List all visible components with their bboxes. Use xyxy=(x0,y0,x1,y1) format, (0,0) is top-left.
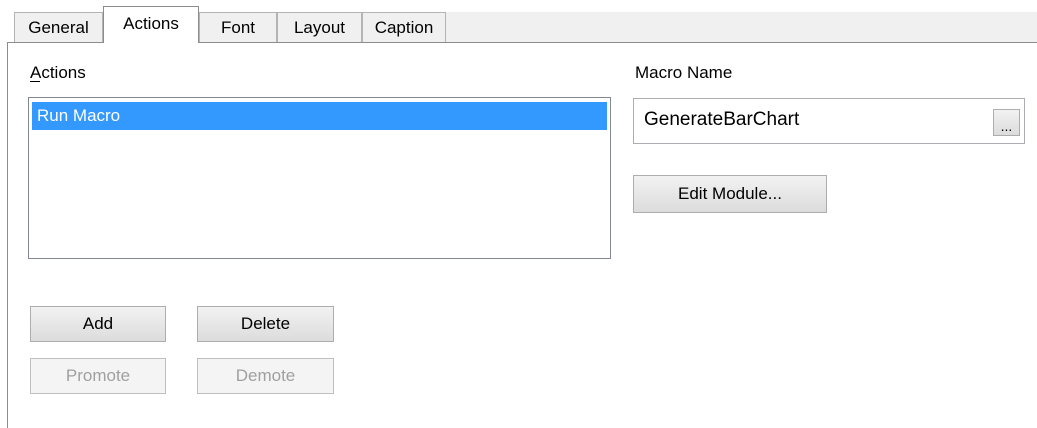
delete-button[interactable]: Delete xyxy=(197,306,334,342)
properties-dialog: General Actions Font Layout Caption Acti… xyxy=(0,0,1037,428)
tab-general-label: General xyxy=(28,17,89,37)
list-item[interactable]: Run Macro xyxy=(32,102,607,130)
actions-listbox[interactable]: Run Macro xyxy=(28,97,611,259)
promote-button[interactable]: Promote xyxy=(30,358,166,394)
demote-label: Demote xyxy=(235,366,296,385)
tab-actions[interactable]: Actions xyxy=(103,6,199,43)
tab-actions-label: Actions xyxy=(123,14,179,33)
tab-general[interactable]: General xyxy=(14,12,103,42)
edit-module-button[interactable]: Edit Module... xyxy=(633,175,827,213)
promote-label: Promote xyxy=(65,366,131,385)
tab-layout[interactable]: Layout xyxy=(277,12,362,42)
macro-name-label: Macro Name xyxy=(635,63,733,82)
tab-caption-label: Caption xyxy=(374,17,434,37)
delete-label: Delete xyxy=(240,314,291,333)
tab-font-label: Font xyxy=(220,17,256,37)
actions-label: Actions xyxy=(30,63,86,83)
panel-left-border xyxy=(7,42,8,428)
actions-label-text: Actions xyxy=(30,63,86,82)
add-label: Add xyxy=(82,314,114,333)
demote-button[interactable]: Demote xyxy=(197,358,334,394)
macro-name-field[interactable]: GenerateBarChart ... xyxy=(633,98,1025,144)
tab-strip: General Actions Font Layout Caption xyxy=(0,0,1037,43)
tab-layout-label: Layout xyxy=(293,17,346,37)
edit-module-label: Edit Module... xyxy=(678,184,782,203)
tab-strip-background xyxy=(446,12,1037,42)
add-button[interactable]: Add xyxy=(30,306,166,342)
browse-macro-button[interactable]: ... xyxy=(993,109,1020,136)
tab-font[interactable]: Font xyxy=(199,12,277,42)
tab-caption[interactable]: Caption xyxy=(362,12,446,42)
macro-name-value: GenerateBarChart xyxy=(644,109,800,130)
